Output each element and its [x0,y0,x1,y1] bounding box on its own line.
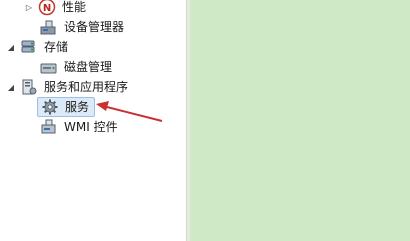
tree-item-label: 磁盘管理 [64,60,113,74]
services-applications-icon [20,78,38,96]
tree-item-performance[interactable]: ▷ N 性能 [26,0,88,17]
tree-item-services[interactable]: 服务 [37,97,96,117]
tree-item-label: 设备管理器 [64,20,125,34]
services-gear-icon [41,98,59,116]
navigation-tree: ▷ N 性能 设备管理器 ◢ 存储 磁盘管理 ◢ 服务和应用程序 服务 WMI … [0,0,186,241]
details-pane [190,0,410,241]
wmi-control-icon [40,118,58,136]
performance-icon: N [38,0,56,16]
tree-item-device-manager[interactable]: 设备管理器 [40,17,126,37]
disk-management-icon [40,58,58,76]
expand-arrow-icon[interactable]: ▷ [24,2,34,12]
tree-item-storage[interactable]: ◢ 存储 [4,37,70,57]
storage-icon [20,38,38,56]
tree-item-wmi-control[interactable]: WMI 控件 [40,117,120,137]
tree-item-label: 服务 [65,100,90,114]
collapse-arrow-icon[interactable]: ◢ [6,42,16,52]
svg-text:N: N [43,3,51,14]
tree-item-services-and-applications[interactable]: ◢ 服务和应用程序 [4,77,130,97]
tree-item-label: 性能 [62,0,87,14]
tree-item-label: 存储 [44,40,69,54]
tree-item-label: WMI 控件 [64,120,118,134]
tree-item-label: 服务和应用程序 [44,80,129,94]
device-manager-icon [40,18,58,36]
collapse-arrow-icon[interactable]: ◢ [6,82,16,92]
tree-item-disk-management[interactable]: 磁盘管理 [40,57,114,77]
